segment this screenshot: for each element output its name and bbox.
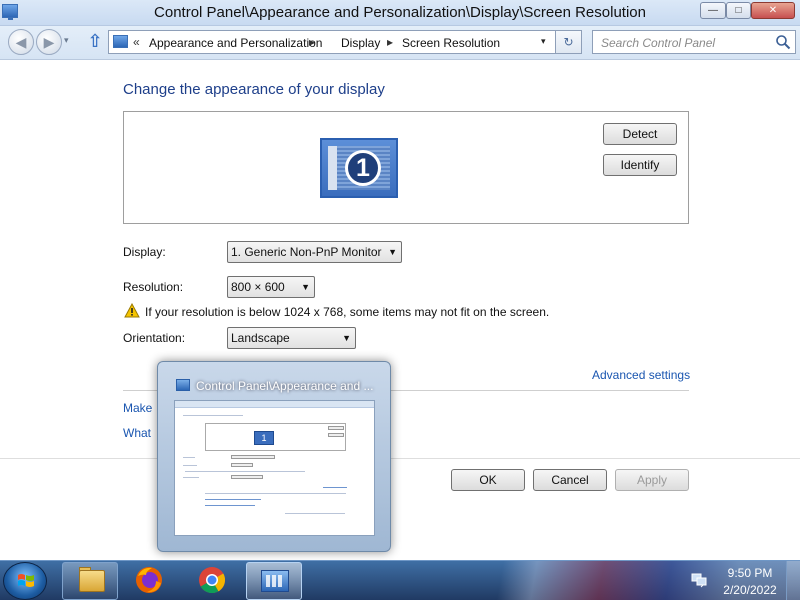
mini-monitor-icon: 1 bbox=[254, 431, 274, 445]
mini-detect-button bbox=[328, 426, 344, 430]
show-desktop-button[interactable] bbox=[786, 561, 800, 600]
detect-button[interactable]: Detect bbox=[603, 123, 677, 145]
breadcrumb-screen-resolution[interactable]: Screen Resolution bbox=[402, 36, 500, 50]
refresh-button[interactable]: ↻ bbox=[556, 30, 582, 54]
display-label: Display: bbox=[123, 245, 166, 259]
warning-icon bbox=[124, 303, 140, 318]
breadcrumb-separator-icon[interactable]: ▸ bbox=[309, 35, 315, 49]
mini-display-select bbox=[231, 455, 275, 459]
chrome-icon[interactable] bbox=[197, 565, 227, 595]
mini-link-1 bbox=[205, 499, 261, 500]
mini-orientation-select bbox=[231, 475, 263, 479]
navigation-bar: ◀ ▶ ▾ ⇧ « Appearance and Personalization… bbox=[0, 26, 800, 60]
resolution-select[interactable]: 800 × 600 ▼ bbox=[227, 276, 315, 298]
back-button[interactable]: ◀ bbox=[8, 29, 34, 55]
forward-button[interactable]: ▶ bbox=[36, 29, 62, 55]
dropdown-arrow-icon: ▼ bbox=[388, 247, 397, 257]
orientation-select-value: Landscape bbox=[231, 331, 290, 345]
mini-address-bar bbox=[175, 401, 374, 408]
ok-button[interactable]: OK bbox=[451, 469, 525, 491]
windows-logo-icon bbox=[18, 574, 34, 587]
minimize-button[interactable]: — bbox=[700, 2, 726, 19]
control-panel-icon bbox=[113, 35, 128, 48]
search-placeholder: Search Control Panel bbox=[601, 36, 716, 50]
footer-divider bbox=[0, 458, 800, 459]
what-display-settings-link[interactable]: What bbox=[123, 426, 157, 440]
display-settings-icon bbox=[261, 570, 289, 592]
mini-link-2 bbox=[205, 505, 255, 506]
recent-pages-dropdown[interactable]: ▾ bbox=[64, 35, 69, 46]
address-bar[interactable]: « Appearance and Personalization ▸ Displ… bbox=[108, 30, 556, 54]
taskbar-control-panel[interactable] bbox=[246, 562, 302, 600]
search-input[interactable]: Search Control Panel bbox=[592, 30, 796, 54]
monitor-screen: 1 bbox=[328, 146, 390, 190]
resolution-label: Resolution: bbox=[123, 280, 184, 294]
close-button[interactable]: ✕ bbox=[751, 2, 795, 19]
taskbar-thumbnail-preview[interactable]: Control Panel\Appearance and ... 1 bbox=[157, 361, 391, 552]
taskbar-file-explorer[interactable] bbox=[62, 562, 118, 600]
monitor-1-icon[interactable]: 1 bbox=[320, 138, 398, 198]
display-preview-area: 1 Detect Identify bbox=[123, 111, 689, 224]
thumbnail-title: Control Panel\Appearance and ... bbox=[196, 379, 374, 393]
taskbar bbox=[0, 560, 800, 600]
advanced-settings-link[interactable]: Advanced settings bbox=[592, 368, 690, 382]
clock-date[interactable]: 2/20/2022 bbox=[722, 583, 778, 597]
apply-button[interactable]: Apply bbox=[615, 469, 689, 491]
clock-time[interactable]: 9:50 PM bbox=[722, 566, 778, 580]
display-select-value: 1. Generic Non-PnP Monitor bbox=[231, 245, 382, 259]
mini-heading bbox=[183, 415, 243, 416]
breadcrumb-overflow-chevron[interactable]: « bbox=[133, 35, 140, 49]
breadcrumb-separator-icon[interactable]: ▸ bbox=[387, 35, 393, 49]
thumbnail-window-image: 1 bbox=[174, 400, 375, 536]
monitor-taskbar-strip bbox=[328, 146, 337, 190]
page-title: Change the appearance of your display bbox=[123, 81, 385, 98]
folder-icon bbox=[79, 570, 105, 592]
address-dropdown-icon[interactable]: ▾ bbox=[541, 36, 546, 47]
mini-display-label bbox=[183, 457, 195, 458]
orientation-label: Orientation: bbox=[123, 331, 186, 345]
breadcrumb-display[interactable]: Display bbox=[341, 36, 380, 50]
up-arrow-icon[interactable]: ⇧ bbox=[86, 31, 104, 51]
network-icon[interactable] bbox=[691, 572, 707, 588]
resolution-select-value: 800 × 600 bbox=[231, 280, 285, 294]
mini-divider bbox=[205, 493, 346, 494]
cancel-button[interactable]: Cancel bbox=[533, 469, 607, 491]
firefox-icon[interactable] bbox=[134, 565, 164, 595]
breadcrumb-appearance[interactable]: Appearance and Personalization bbox=[149, 36, 322, 50]
mini-orientation-label bbox=[183, 477, 199, 478]
control-panel-icon bbox=[176, 379, 190, 391]
dropdown-arrow-icon: ▼ bbox=[301, 282, 310, 292]
maximize-button[interactable]: □ bbox=[726, 2, 751, 19]
start-button[interactable] bbox=[3, 562, 47, 600]
mini-footer-buttons bbox=[285, 513, 345, 514]
monitor-number: 1 bbox=[345, 150, 381, 186]
title-bar: Control Panel\Appearance and Personaliza… bbox=[0, 0, 800, 26]
make-text-larger-link[interactable]: Make bbox=[123, 401, 157, 415]
resolution-warning: If your resolution is below 1024 x 768, … bbox=[145, 305, 550, 319]
mini-resolution-select bbox=[231, 463, 253, 467]
mini-resolution-label bbox=[183, 465, 197, 466]
mini-advanced-link bbox=[323, 487, 347, 488]
mini-identify-button bbox=[328, 433, 344, 437]
display-select[interactable]: 1. Generic Non-PnP Monitor ▼ bbox=[227, 241, 402, 263]
display-grid-shape bbox=[266, 575, 284, 587]
orientation-select[interactable]: Landscape ▼ bbox=[227, 327, 356, 349]
search-icon[interactable] bbox=[775, 34, 791, 50]
window-title: Control Panel\Appearance and Personaliza… bbox=[154, 4, 646, 21]
mini-warning-line bbox=[185, 471, 305, 472]
identify-button[interactable]: Identify bbox=[603, 154, 677, 176]
mini-preview-box bbox=[205, 423, 346, 451]
dropdown-arrow-icon: ▼ bbox=[342, 333, 351, 343]
